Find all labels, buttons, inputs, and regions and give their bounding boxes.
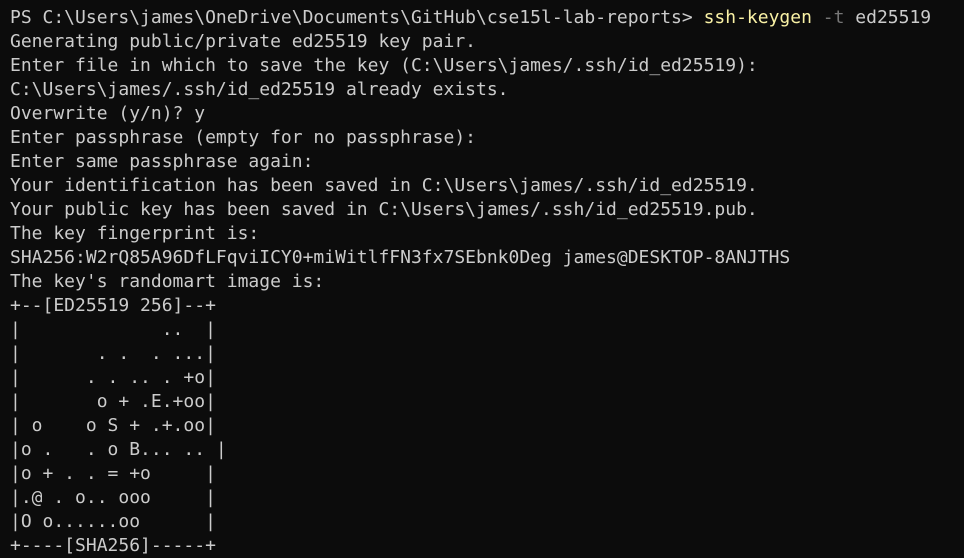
output-line: The key fingerprint is:: [10, 223, 260, 244]
output-line: Overwrite (y/n)? y: [10, 103, 206, 124]
output-line: Your public key has been saved in C:\Use…: [10, 199, 758, 220]
randomart-line: | o + .E.+oo|: [10, 391, 216, 412]
output-line: Enter passphrase (empty for no passphras…: [10, 127, 476, 148]
randomart-line: |O o......oo |: [10, 511, 216, 532]
randomart-line: | . . . ...|: [10, 343, 216, 364]
randomart-line: |.@ . o.. ooo |: [10, 487, 216, 508]
terminal-window[interactable]: PS C:\Users\james\OneDrive\Documents\Git…: [0, 0, 964, 558]
prompt: PS C:\Users\james\OneDrive\Documents\Git…: [10, 7, 704, 28]
fingerprint-line: SHA256:W2rQ85A96DfLFqviICY0+miWitlfFN3fx…: [10, 247, 791, 268]
command-argument: ed25519: [844, 7, 932, 28]
output-line: Generating public/private ed25519 key pa…: [10, 31, 476, 52]
randomart-line: |o . . o B... .. |: [10, 439, 227, 460]
randomart-line: |o + . . = +o |: [10, 463, 216, 484]
command-name: ssh-keygen: [703, 7, 812, 28]
randomart-line: | .. |: [10, 319, 216, 340]
command-flag: -t: [811, 7, 845, 28]
randomart-line: +--[ED25519 256]--+: [10, 295, 216, 316]
randomart-line: | o o S + .+.oo|: [10, 415, 216, 436]
randomart-line: | . . .. . +o|: [10, 367, 216, 388]
output-line: Enter file in which to save the key (C:\…: [10, 55, 758, 76]
output-line: C:\Users\james/.ssh/id_ed25519 already e…: [10, 79, 509, 100]
randomart-line: +----[SHA256]-----+: [10, 535, 216, 556]
output-line: The key's randomart image is:: [10, 271, 325, 292]
output-line: Enter same passphrase again:: [10, 151, 314, 172]
command-line: PS C:\Users\james\OneDrive\Documents\Git…: [10, 6, 964, 30]
output-line: Your identification has been saved in C:…: [10, 175, 758, 196]
